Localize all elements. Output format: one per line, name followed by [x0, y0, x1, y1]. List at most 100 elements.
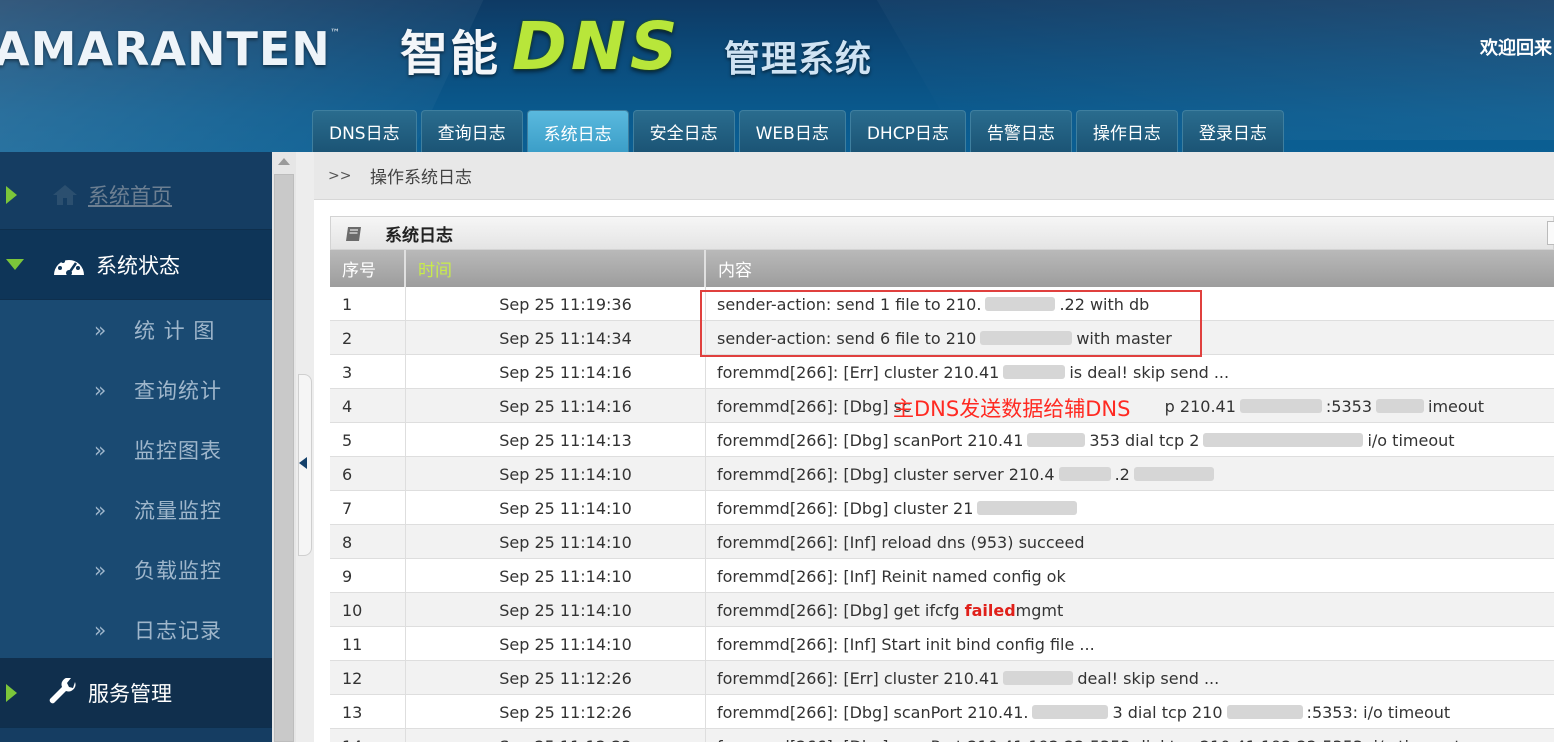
row-content: foremmd[266]: [Inf] Start init bind conf… [717, 634, 1095, 654]
sidebar-item-service-management[interactable]: 服务管理 [0, 658, 272, 728]
row-time: Sep 25 11:14:10 [406, 457, 706, 491]
sidebar-subitem-label: 流量监控 [134, 499, 222, 523]
breadcrumb-separator: >> [328, 167, 352, 184]
app-title-dns: DNS [512, 8, 682, 85]
log-text: foremmd[266]: [Dbg] sc [717, 396, 911, 416]
tab-alarm-log[interactable]: 告警日志 [969, 110, 1072, 152]
app-title-suffix: 管理系统 [724, 39, 873, 80]
sidebar-item-label: 系统首页 [88, 183, 172, 208]
tab-security-log[interactable]: 安全日志 [632, 110, 735, 152]
log-text: p 210.41 [1164, 396, 1236, 416]
row-index: 9 [330, 559, 406, 593]
tab-web-log[interactable]: WEB日志 [738, 110, 846, 152]
row-time: Sep 25 11:14:10 [406, 525, 706, 559]
row-content: foremmd[266]: [Dbg] cluster server 210.4… [706, 457, 1554, 491]
row-content: foremmd[266]: [Dbg] cluster 21 [706, 491, 1554, 525]
redacted-mask [1133, 467, 1214, 481]
log-text: foremmd[266]: [Err] cluster 210.41 [717, 668, 1000, 688]
table-row[interactable]: 8 Sep 25 11:14:10 foremmd[266]: [Inf] re… [330, 525, 1554, 559]
sidebar-subitem-label: 监控图表 [134, 439, 222, 463]
table-row[interactable]: 6 Sep 25 11:14:10 foremmd[266]: [Dbg] cl… [330, 457, 1554, 491]
raquo-icon: » [94, 438, 107, 462]
tab-query-log[interactable]: 查询日志 [420, 110, 523, 152]
column-header-time[interactable]: 时间 [406, 250, 706, 287]
raquo-icon: » [94, 618, 107, 642]
row-content: foremmd[266]: [Inf] reload dns (953) suc… [717, 532, 1085, 552]
breadcrumb-current: 操作系统日志 [370, 168, 472, 188]
row-time: Sep 25 11:19:36 [406, 287, 706, 321]
row-index: 3 [330, 355, 406, 389]
log-text: foremmd[266]: [Dbg] get ifcfg [717, 600, 960, 620]
raquo-icon: » [94, 378, 107, 402]
panel-corner-control[interactable] [1547, 221, 1554, 245]
scroll-up-arrow-icon[interactable] [278, 158, 290, 165]
row-content: foremmd[266]: [Dbg] scanPort 210.41. 3 di… [706, 695, 1554, 729]
row-time: Sep 25 11:12:26 [406, 695, 706, 729]
log-text: is deal! skip send ... [1069, 362, 1230, 382]
panel-header: 系统日志 [330, 216, 1554, 250]
sidebar-subitem-label: 统 计 图 [134, 319, 216, 343]
tab-dhcp-log[interactable]: DHCP日志 [849, 110, 966, 152]
scrollbar-thumb[interactable] [274, 174, 294, 742]
sidebar: 系统首页 系统状态 » 统 计 图 » 查询统计 » 监控图表 » 流量监控 »… [0, 152, 272, 742]
tab-dns-log[interactable]: DNS日志 [312, 110, 417, 152]
sidebar-subitem-label: 查询统计 [134, 379, 222, 403]
main-content: >> 操作系统日志 系统日志 序号 时间 内容 1 Sep 25 11:19:3… [314, 152, 1554, 742]
table-row[interactable]: 3 Sep 25 11:14:16 foremmd[266]: [Err] cl… [330, 355, 1554, 389]
row-content: foremmd[266]: [Err] cluster 210.41 deal!… [706, 661, 1554, 695]
column-header-content[interactable]: 内容 [706, 250, 1554, 287]
table-row[interactable]: 11 Sep 25 11:14:10 foremmd[266]: [Inf] S… [330, 627, 1554, 661]
row-time: Sep 25 11:12:22 [406, 729, 706, 742]
redacted-mask [1226, 705, 1303, 719]
sidebar-scrollbar[interactable] [272, 152, 296, 742]
redacted-mask [1203, 433, 1364, 447]
row-index: 11 [330, 627, 406, 661]
row-index: 14 [330, 729, 406, 742]
row-index: 2 [330, 321, 406, 355]
sidebar-subitem-log-records[interactable]: » 日志记录 [0, 600, 272, 660]
panel-splitter [296, 152, 314, 742]
dashboard-gauge-icon [52, 248, 86, 282]
sidebar-subitem-load-monitor[interactable]: » 负载监控 [0, 540, 272, 600]
sidebar-item-label: 服务管理 [88, 681, 172, 706]
caret-down-icon [6, 259, 24, 270]
table-row[interactable]: 14 Sep 25 11:12:22 foremmd[266]: [Dbg] s… [330, 729, 1554, 742]
row-index: 13 [330, 695, 406, 729]
row-content: foremmd[266]: [Dbg] get ifcfg failed mgm… [706, 593, 1554, 627]
table-row[interactable]: 9 Sep 25 11:14:10 foremmd[266]: [Inf] Re… [330, 559, 1554, 593]
log-text: i/o timeout [1367, 430, 1455, 450]
log-text: foremmd[266]: [Dbg] scanPort 210.41 [717, 430, 1024, 450]
sidebar-subitem-chart[interactable]: » 统 计 图 [0, 300, 272, 360]
welcome-text: 欢迎回来 [1480, 38, 1552, 59]
row-index: 8 [330, 525, 406, 559]
row-content: foremmd[266]: [Err] cluster 210.41 is de… [706, 355, 1554, 389]
table-row[interactable]: 7 Sep 25 11:14:10 foremmd[266]: [Dbg] cl… [330, 491, 1554, 525]
sidebar-item-system-status[interactable]: 系统状态 [0, 230, 272, 300]
caret-right-icon [6, 683, 17, 702]
tab-login-log[interactable]: 登录日志 [1181, 110, 1284, 152]
table-row[interactable]: 13 Sep 25 11:12:26 foremmd[266]: [Dbg] s… [330, 695, 1554, 729]
table-row[interactable]: 5 Sep 25 11:14:13 foremmd[266]: [Dbg] sc… [330, 423, 1554, 457]
sidebar-subitem-traffic-monitor[interactable]: » 流量监控 [0, 480, 272, 540]
row-index: 1 [330, 287, 406, 321]
tab-system-log[interactable]: 系统日志 [526, 110, 629, 152]
collapse-arrow-icon[interactable] [299, 457, 307, 469]
row-time: Sep 25 11:14:10 [406, 627, 706, 661]
log-text: 3 dial tcp 210 [1112, 702, 1223, 722]
failed-keyword: failed [964, 600, 1016, 620]
redacted-mask [1376, 399, 1424, 413]
tab-operation-log[interactable]: 操作日志 [1075, 110, 1178, 152]
sidebar-subitem-label: 负载监控 [134, 559, 222, 583]
caret-right-icon [6, 185, 17, 204]
sidebar-item-home[interactable]: 系统首页 [0, 160, 272, 230]
table-header: 序号 时间 内容 [330, 250, 1554, 287]
row-time: Sep 25 11:14:10 [406, 491, 706, 525]
table-row[interactable]: 10 Sep 25 11:14:10 foremmd[266]: [Dbg] g… [330, 593, 1554, 627]
row-index: 6 [330, 457, 406, 491]
sidebar-subitem-query-stats[interactable]: » 查询统计 [0, 360, 272, 420]
row-content: foremmd[266]: [Dbg] scanPort 210.41.192.… [706, 729, 1554, 742]
table-row[interactable]: 12 Sep 25 11:12:26 foremmd[266]: [Err] c… [330, 661, 1554, 695]
sidebar-subitem-monitor-charts[interactable]: » 监控图表 [0, 420, 272, 480]
redacted-mask [1032, 705, 1109, 719]
column-header-index[interactable]: 序号 [330, 250, 406, 287]
